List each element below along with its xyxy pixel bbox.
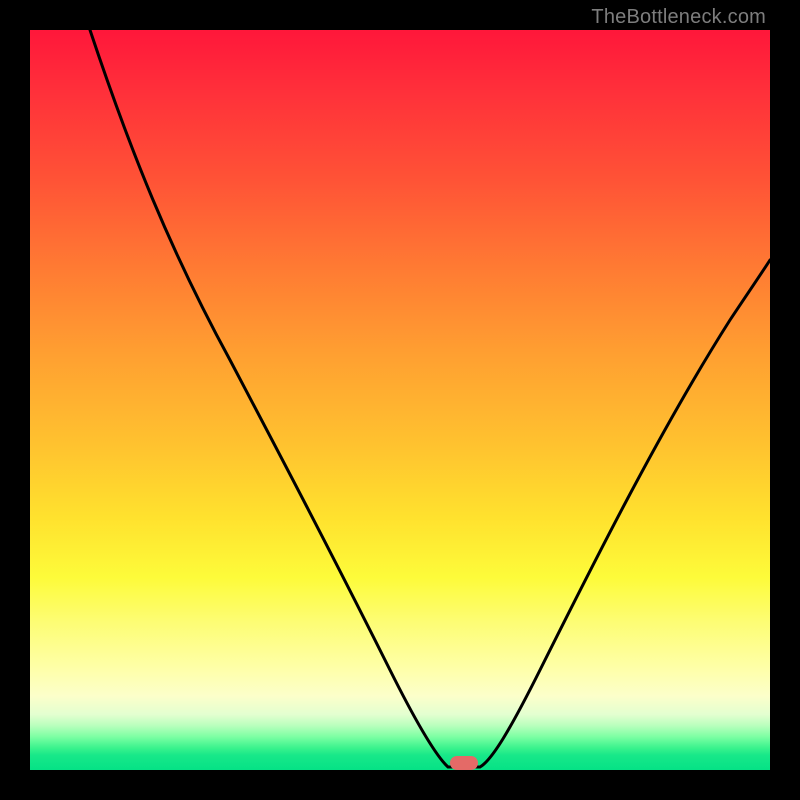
watermark-text: TheBottleneck.com (591, 6, 766, 29)
chart-frame: TheBottleneck.com (0, 0, 800, 800)
optimal-marker (450, 756, 478, 770)
bottleneck-curve (30, 30, 770, 770)
curve-path (90, 30, 770, 767)
